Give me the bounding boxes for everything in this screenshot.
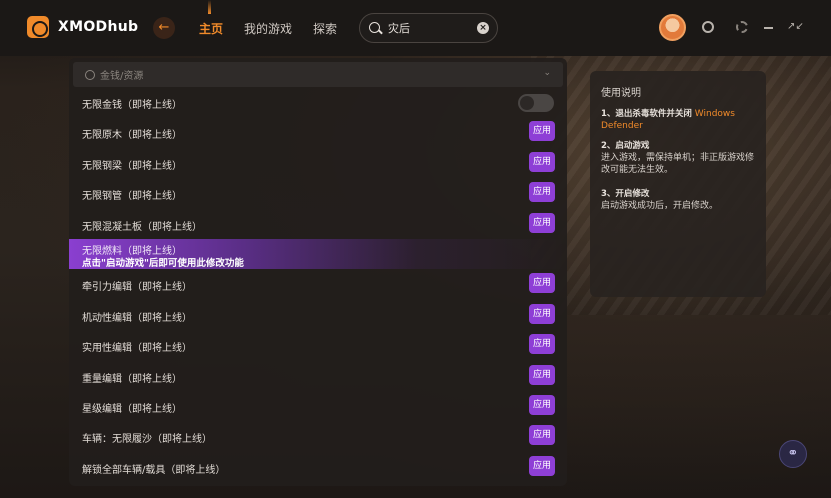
mod-row: 无限钢管（即将上线） 应用 <box>69 178 567 208</box>
top-bar: XMODhub ← 主页 我的游戏 探索 × ↗↙ <box>0 0 831 56</box>
mod-row: 无限金钱（即将上线） <box>69 87 567 117</box>
mod-row: 无限混凝土板（即将上线） 应用 <box>69 209 567 239</box>
section-title: 金钱/资源 <box>100 71 144 82</box>
mod-label: 无限混凝土板（即将上线） <box>82 221 202 233</box>
step-2-title: 2、启动游戏 <box>601 141 650 151</box>
nav-item-explore[interactable]: 探索 <box>313 20 337 37</box>
mod-label: 解锁全部车辆/载具（即将上线） <box>82 464 226 476</box>
apply-button[interactable]: 应用 <box>529 121 555 142</box>
section-header[interactable]: 金钱/资源 ⌄ <box>73 62 563 87</box>
search-box: × <box>359 13 498 43</box>
step-2: 2、启动游戏 进入游戏，需保持单机；非正版游戏修改可能无法生效。 <box>601 140 759 176</box>
app-name: XMODhub <box>58 19 139 35</box>
mod-list-card: 金钱/资源 ⌄ 无限金钱（即将上线） 无限原木（即将上线） 应用 无限钢梁（即将上线）… <box>69 58 567 486</box>
apply-button[interactable]: 应用 <box>529 425 555 446</box>
toggle-knob <box>520 96 534 110</box>
step-1-title: 1、退出杀毒软件并关闭 <box>601 109 692 119</box>
apply-button[interactable]: 应用 <box>529 182 555 203</box>
fullscreen-icon[interactable]: ↗↙ <box>787 20 804 34</box>
minimize-icon[interactable] <box>762 20 776 34</box>
mod-label: 牵引力编辑（即将上线） <box>82 282 192 294</box>
mod-label: 无限金钱（即将上线） <box>82 100 182 111</box>
support-headset-button[interactable]: ⚭ <box>779 440 807 468</box>
mod-row: 实用性编辑（即将上线） 应用 <box>69 330 567 360</box>
launch-hint: 点击"启动游戏"后即可使用此修改功能 <box>82 258 244 269</box>
avatar[interactable] <box>659 14 686 41</box>
settings-icon[interactable] <box>736 21 748 33</box>
apply-button[interactable]: 应用 <box>529 395 555 415</box>
apply-button[interactable]: 应用 <box>529 273 555 294</box>
mod-label: 无限原木（即将上线） <box>82 130 182 142</box>
mod-row: 无限原木（即将上线） 应用 <box>69 117 567 147</box>
mod-row: 牵引力编辑（即将上线） 应用 <box>69 269 567 299</box>
mod-label: 实用性编辑（即将上线） <box>82 343 192 355</box>
apply-button[interactable]: 应用 <box>529 303 555 324</box>
search-icon <box>369 22 380 33</box>
apply-button[interactable]: 应用 <box>529 212 555 233</box>
back-button[interactable]: ← <box>153 17 175 39</box>
apply-button[interactable]: 应用 <box>529 364 555 385</box>
mod-label: 无限钢管（即将上线） <box>82 191 182 203</box>
step-3-title: 3、开启修改 <box>601 189 650 199</box>
clear-search-icon[interactable]: × <box>477 22 489 34</box>
mod-label: 车辆：无限履沙（即将上线） <box>82 434 212 446</box>
notification-icon[interactable] <box>702 21 714 33</box>
toggle-switch[interactable] <box>518 94 554 112</box>
search-input[interactable] <box>388 20 473 36</box>
mod-label: 机动性编辑（即将上线） <box>82 312 192 324</box>
apply-button[interactable]: 应用 <box>529 334 555 355</box>
mod-row: 重量编辑（即将上线） 应用 <box>69 361 567 391</box>
xmod-logo-icon <box>27 16 49 38</box>
instructions-panel: 使用说明 1、退出杀毒软件并关闭 Windows Defender 2、启动游戏… <box>590 71 766 297</box>
apply-button[interactable]: 应用 <box>529 151 555 172</box>
mod-row: 星级编辑（即将上线） 应用 <box>69 391 567 421</box>
nav-item-my-games[interactable]: 我的游戏 <box>244 20 292 37</box>
coin-icon <box>85 69 95 80</box>
mod-row: 车辆：无限履沙（即将上线） 应用 <box>69 421 567 451</box>
step-3: 3、开启修改 启动游戏成功后，开启修改。 <box>601 188 759 212</box>
mod-label: 星级编辑（即将上线） <box>82 404 182 415</box>
step-3-body: 启动游戏成功后，开启修改。 <box>601 201 719 211</box>
nav-item-home[interactable]: 主页 <box>199 0 223 37</box>
chevron-down-icon[interactable]: ⌄ <box>543 68 551 78</box>
mod-row: 机动性编辑（即将上线） 应用 <box>69 300 567 330</box>
main-nav: 主页 我的游戏 探索 <box>199 0 337 37</box>
mod-row: 无限燃料（即将上线） 点击"启动游戏"后即可使用此修改功能 <box>69 239 567 269</box>
mod-label: 重量编辑（即将上线） <box>82 373 182 385</box>
mod-label: 无限钢梁（即将上线） <box>82 160 182 172</box>
apply-button[interactable]: 应用 <box>529 455 555 476</box>
mod-row: 解锁全部车辆/载具（即将上线） 应用 <box>69 452 567 482</box>
step-1: 1、退出杀毒软件并关闭 Windows Defender <box>601 108 759 132</box>
app-logo[interactable]: XMODhub <box>27 16 138 38</box>
instructions-title: 使用说明 <box>601 88 641 99</box>
step-2-body: 进入游戏，需保持单机；非正版游戏修改可能无法生效。 <box>601 153 755 175</box>
mod-row: 无限钢梁（即将上线） 应用 <box>69 148 567 178</box>
